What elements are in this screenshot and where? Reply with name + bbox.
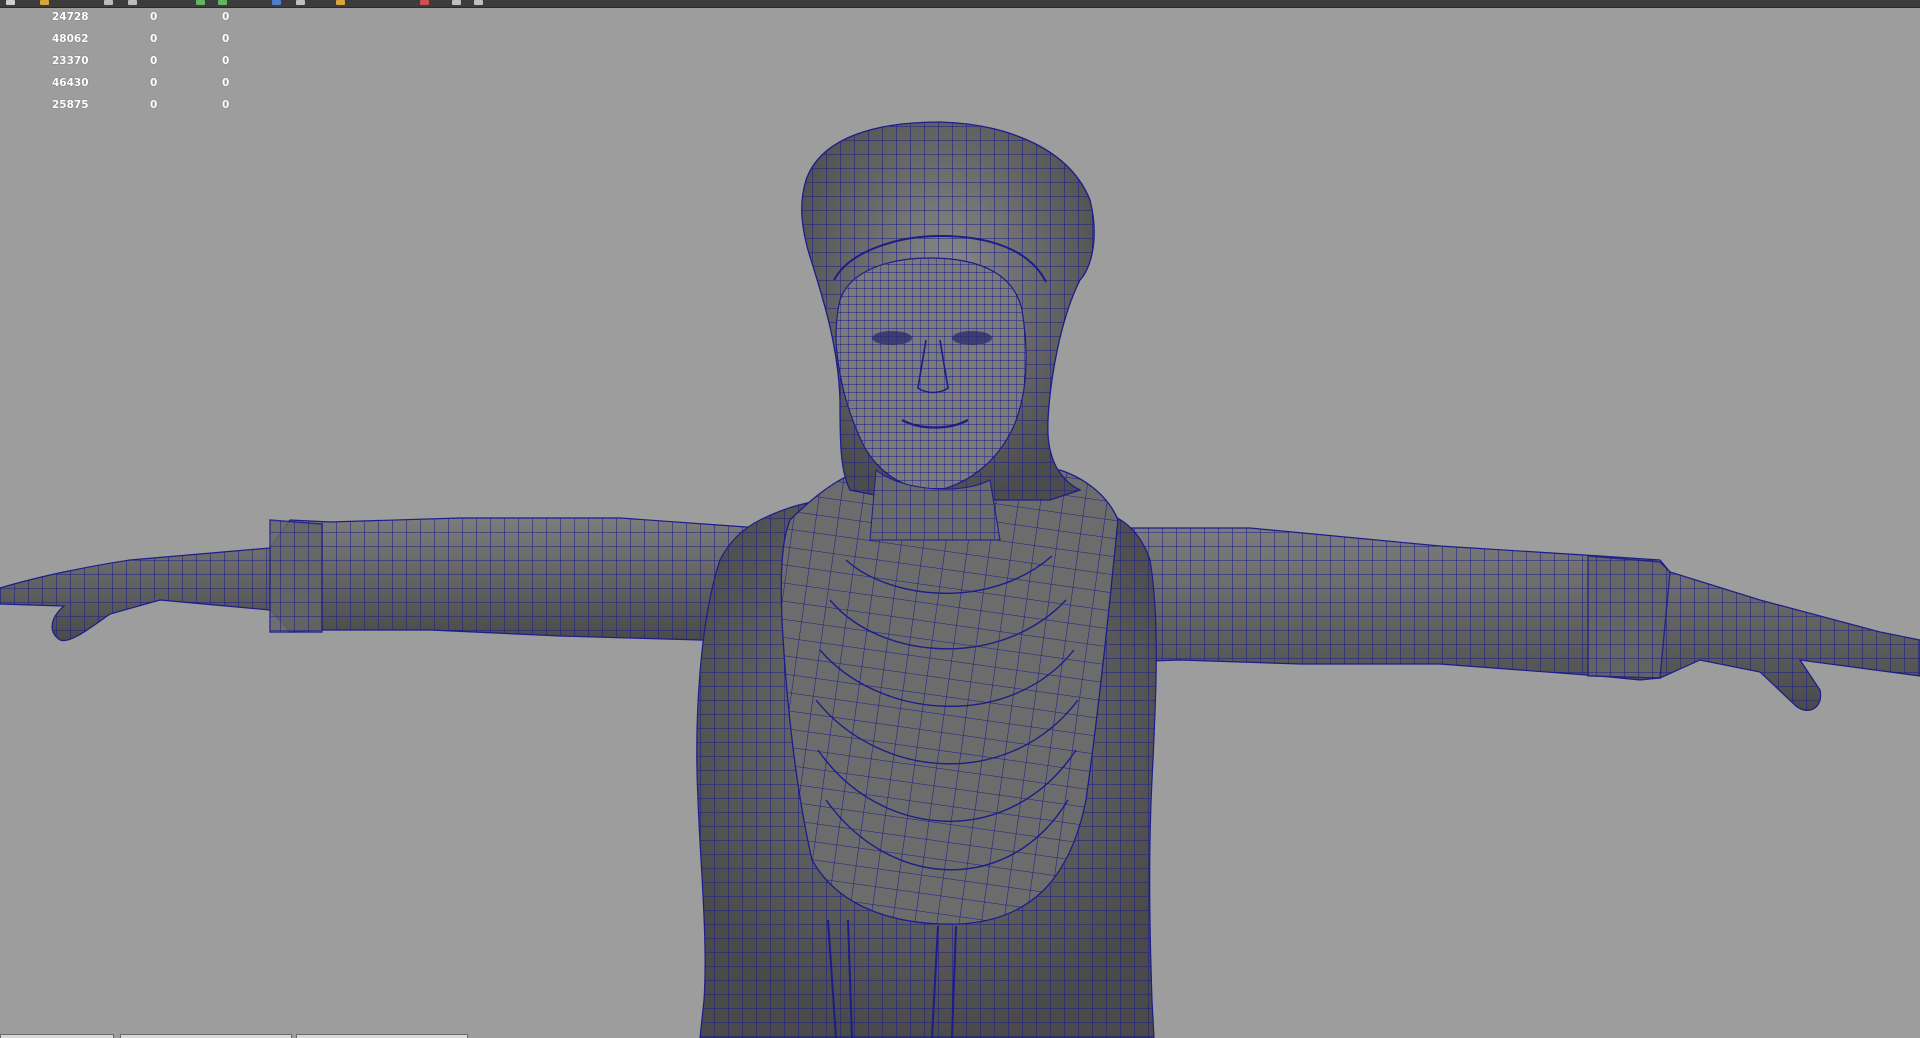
viewport-canvas[interactable] bbox=[0, 0, 1920, 1038]
maya-viewport-app: 24728 0 0 48062 0 0 23370 0 0 46430 0 0 … bbox=[0, 0, 1920, 1038]
right-arm-mesh bbox=[1099, 527, 1920, 711]
left-arm-mesh bbox=[0, 517, 781, 642]
panel-tab[interactable] bbox=[120, 1034, 292, 1038]
panel-tab[interactable] bbox=[0, 1034, 114, 1038]
panel-tab[interactable] bbox=[296, 1034, 468, 1038]
bottom-panel-tabs bbox=[0, 1034, 480, 1038]
